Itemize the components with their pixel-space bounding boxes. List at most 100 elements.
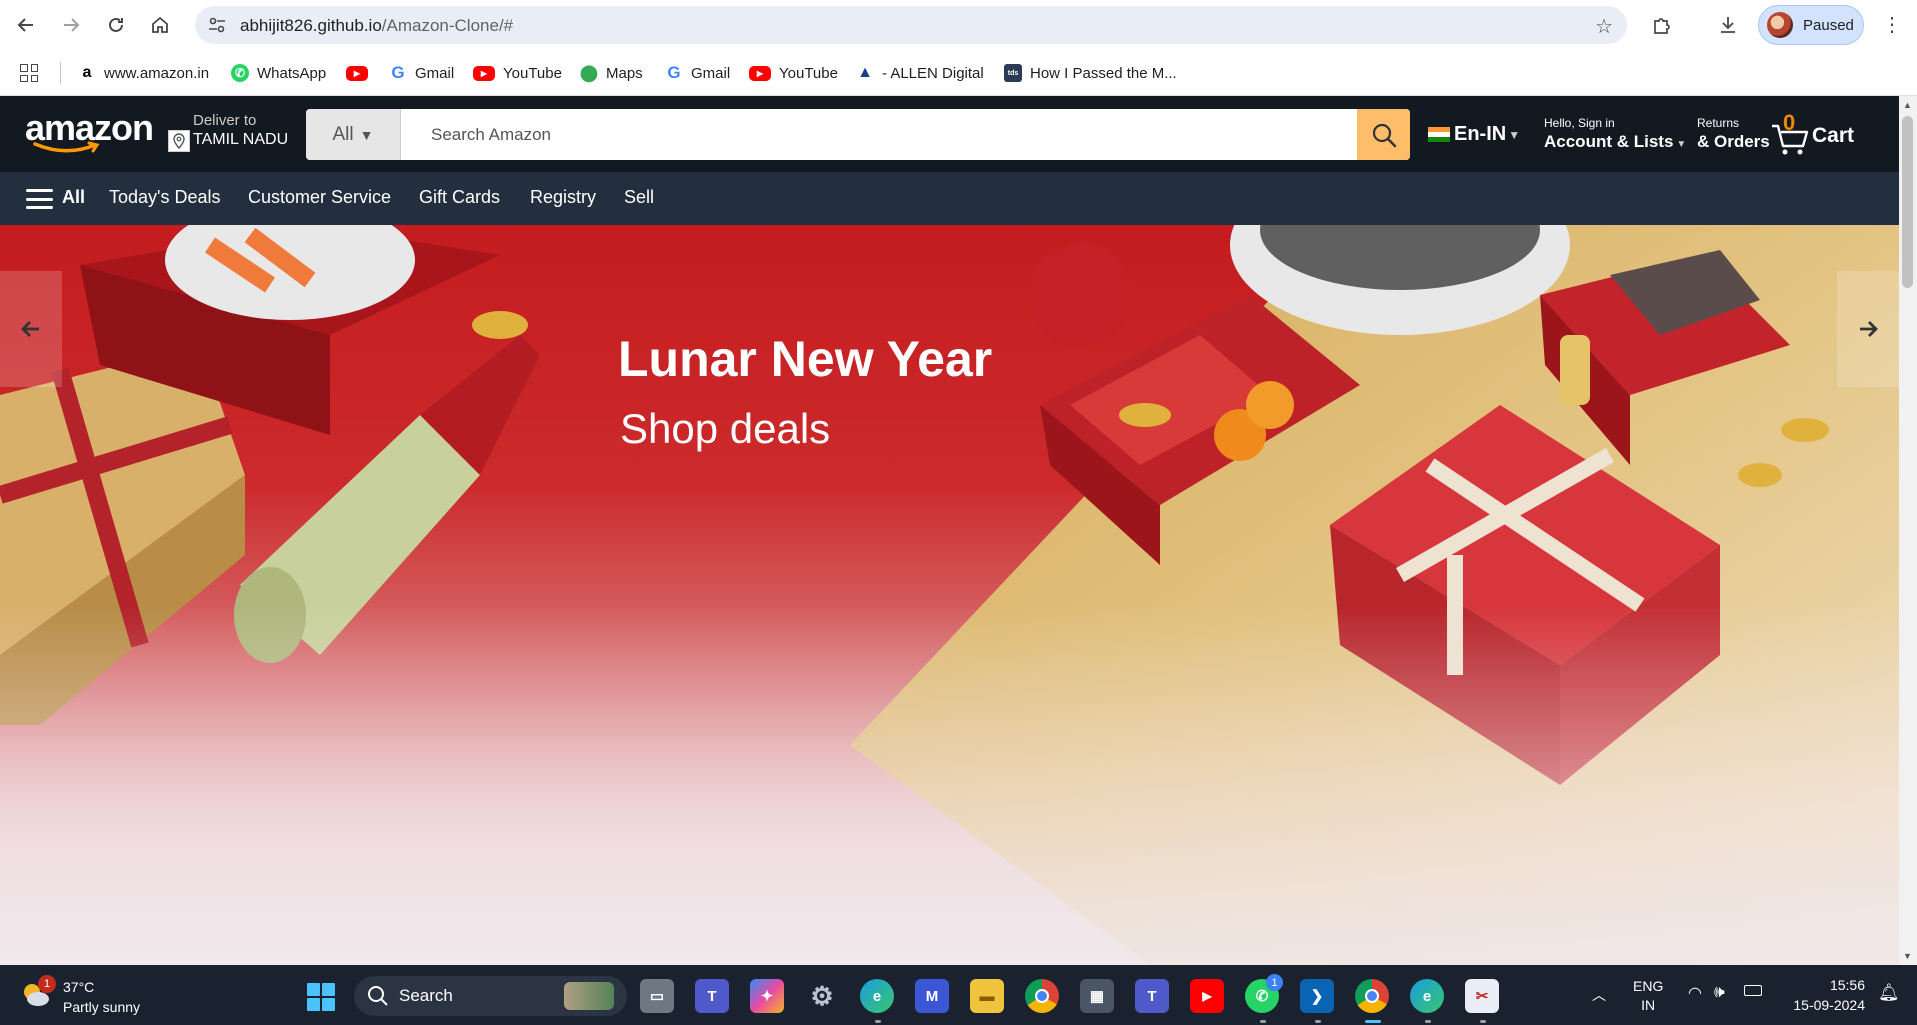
weather-badge: 1 bbox=[38, 975, 56, 993]
bookmark-star-icon[interactable]: ☆ bbox=[1595, 14, 1613, 39]
nav-registry[interactable]: Registry bbox=[530, 187, 596, 208]
scrollbar-thumb[interactable] bbox=[1902, 116, 1913, 288]
start-button[interactable] bbox=[307, 983, 335, 1011]
reload-button[interactable] bbox=[100, 9, 132, 41]
bookmark-youtube[interactable]: ▶ YouTube bbox=[473, 62, 562, 84]
url-path: /Amazon-Clone/# bbox=[381, 16, 514, 35]
location-pin-icon bbox=[168, 130, 190, 152]
nav-all[interactable]: All bbox=[62, 187, 85, 208]
tds-icon: tds bbox=[1004, 64, 1022, 82]
returns-label: Returns bbox=[1697, 116, 1740, 130]
bookmark-allen[interactable]: ▲ - ALLEN Digital bbox=[856, 62, 984, 84]
url-host: abhijit826.github.io bbox=[240, 16, 382, 35]
search-category-select[interactable]: All ▼ bbox=[306, 109, 401, 160]
task-view-icon[interactable]: ▭ bbox=[640, 979, 674, 1013]
nav-gift-cards[interactable]: Gift Cards bbox=[419, 187, 500, 208]
teams-icon[interactable]: T bbox=[1135, 979, 1169, 1013]
bookmark-youtube[interactable]: ▶ YouTube bbox=[749, 62, 838, 84]
nav-todays-deals[interactable]: Today's Deals bbox=[109, 187, 221, 208]
nav-customer-service[interactable]: Customer Service bbox=[248, 187, 391, 208]
home-button[interactable] bbox=[144, 9, 176, 41]
google-icon: G bbox=[391, 63, 405, 82]
chrome-icon[interactable] bbox=[1025, 979, 1059, 1013]
search-bar: All ▼ bbox=[306, 109, 1410, 160]
browser-toolbar: abhijit826.github.io/Amazon-Clone/# ☆ Pa… bbox=[0, 0, 1917, 50]
url-text[interactable]: abhijit826.github.io/Amazon-Clone/# bbox=[240, 16, 513, 36]
extensions-button[interactable] bbox=[1646, 9, 1678, 41]
copilot-icon[interactable]: ✦ bbox=[750, 979, 784, 1013]
bookmark-amazon[interactable]: a www.amazon.in bbox=[78, 62, 210, 84]
clock[interactable]: 15:56 15-09-2024 bbox=[1785, 975, 1865, 1015]
bookmark-label: - ALLEN Digital bbox=[882, 64, 984, 82]
chrome-profile-icon[interactable] bbox=[1355, 979, 1389, 1013]
edge-icon[interactable]: e bbox=[860, 979, 894, 1013]
lang-line1: ENG bbox=[1633, 978, 1664, 994]
volume-icon[interactable]: 🕪 bbox=[1714, 982, 1725, 1002]
bookmark-youtube[interactable]: ▶ bbox=[346, 62, 376, 84]
bookmark-label: Gmail bbox=[691, 64, 731, 82]
carousel-next-button[interactable] bbox=[1837, 271, 1899, 387]
file-explorer-icon[interactable]: ▬ bbox=[970, 979, 1004, 1013]
apps-grid-icon[interactable] bbox=[20, 64, 38, 82]
search-button[interactable] bbox=[1357, 109, 1410, 160]
caret-down-icon: ▼ bbox=[1508, 127, 1521, 142]
show-hidden-icons[interactable]: ︿ bbox=[1592, 985, 1606, 1005]
bookmark-tds[interactable]: tds How I Passed the M... bbox=[1004, 62, 1177, 84]
cart-label: Cart bbox=[1812, 124, 1855, 147]
site-settings-icon[interactable] bbox=[207, 15, 227, 35]
back-button[interactable] bbox=[10, 9, 42, 41]
caret-down-icon: ▼ bbox=[1676, 139, 1687, 150]
input-language[interactable]: ENG IN bbox=[1633, 977, 1663, 1015]
nav-sell[interactable]: Sell bbox=[624, 187, 654, 208]
scroll-down-icon[interactable]: ▼ bbox=[1903, 951, 1912, 961]
amazon-logo[interactable]: amazon bbox=[25, 108, 154, 153]
account-lists-text: Account & Lists bbox=[1544, 132, 1674, 151]
vscode-icon[interactable]: ❯ bbox=[1300, 979, 1334, 1013]
temperature: 37°C bbox=[63, 979, 95, 995]
arrow-right-icon bbox=[1860, 321, 1878, 337]
returns-orders-button[interactable]: Returns & Orders bbox=[1697, 116, 1770, 152]
hero-subtitle[interactable]: Shop deals bbox=[620, 405, 830, 453]
bookmark-whatsapp[interactable]: ✆ WhatsApp bbox=[231, 62, 326, 84]
search-input[interactable] bbox=[401, 109, 1356, 160]
download-icon bbox=[1721, 17, 1735, 33]
notification-bell-icon[interactable]: 🔔︎ bbox=[1878, 983, 1900, 1003]
amazon-icon: a bbox=[82, 64, 92, 81]
ai-app-icon[interactable]: M bbox=[915, 979, 949, 1013]
page-scrollbar[interactable]: ▲ ▼ bbox=[1899, 96, 1917, 965]
profile-button[interactable]: Paused bbox=[1758, 5, 1864, 45]
chrome-menu-icon[interactable]: ⋮ bbox=[1882, 12, 1902, 37]
bookmark-maps[interactable]: ⬤ Maps bbox=[580, 62, 643, 84]
whatsapp-badge: 1 bbox=[1266, 974, 1283, 991]
language-label: En-IN bbox=[1454, 123, 1507, 145]
clock-date: 15-09-2024 bbox=[1793, 997, 1865, 1013]
account-lists-button[interactable]: Hello, Sign in Account & Lists ▼ bbox=[1544, 116, 1686, 152]
hero-banner[interactable]: Lunar New Year Shop deals bbox=[0, 225, 1899, 965]
teams-icon[interactable]: T bbox=[695, 979, 729, 1013]
hamburger-menu-icon[interactable] bbox=[26, 189, 53, 209]
battery-icon[interactable] bbox=[1744, 985, 1762, 996]
address-bar[interactable]: abhijit826.github.io/Amazon-Clone/# ☆ bbox=[195, 6, 1627, 44]
youtube-icon[interactable]: ▶ bbox=[1190, 979, 1224, 1013]
cart-button[interactable]: 0 Cart bbox=[1770, 110, 1880, 158]
bookmark-gmail[interactable]: G Gmail bbox=[665, 62, 730, 84]
carousel-prev-button[interactable] bbox=[0, 271, 62, 387]
calculator-icon[interactable]: ▦ bbox=[1080, 979, 1114, 1013]
taskbar-search[interactable]: Search bbox=[354, 976, 627, 1016]
snipping-tool-icon[interactable]: ✂ bbox=[1465, 979, 1499, 1013]
bookmark-label: How I Passed the M... bbox=[1030, 64, 1177, 82]
maps-icon: ⬤ bbox=[580, 65, 598, 82]
forward-button[interactable] bbox=[55, 9, 87, 41]
deliver-label: Deliver to bbox=[193, 112, 257, 129]
scroll-up-icon[interactable]: ▲ bbox=[1903, 100, 1912, 110]
edge-icon[interactable]: e bbox=[1410, 979, 1444, 1013]
bookmark-gmail[interactable]: G Gmail bbox=[389, 62, 454, 84]
wifi-icon[interactable]: ◠ bbox=[1688, 983, 1702, 1003]
deliver-location: TAMIL NADU bbox=[193, 131, 289, 148]
taskbar-search-label: Search bbox=[399, 986, 453, 1005]
language-select[interactable]: En-IN ▼ bbox=[1428, 123, 1520, 146]
bookmark-label: WhatsApp bbox=[257, 64, 327, 82]
hero-fade-overlay bbox=[0, 605, 1899, 965]
downloads-button[interactable] bbox=[1712, 9, 1744, 41]
settings-gear-icon[interactable]: ⚙ bbox=[805, 979, 839, 1013]
